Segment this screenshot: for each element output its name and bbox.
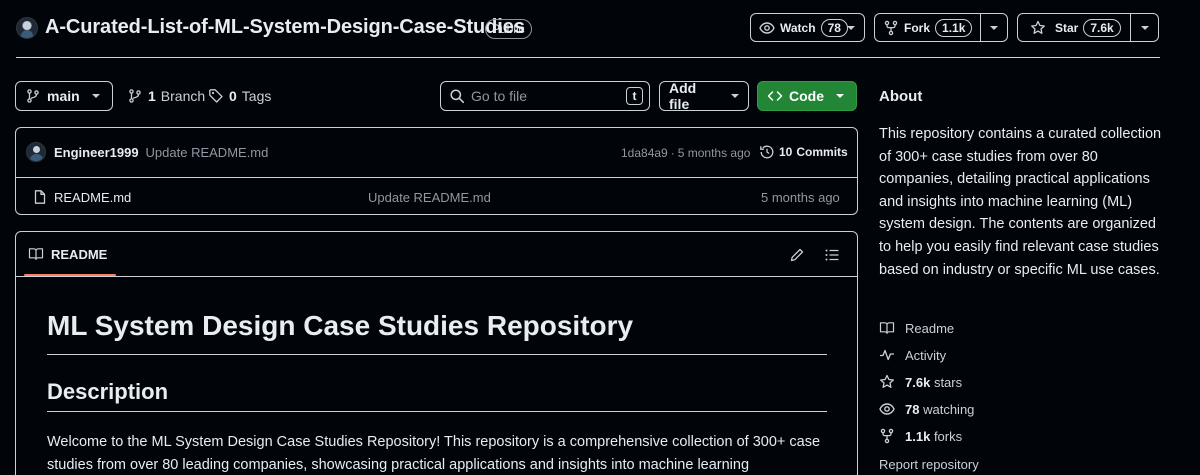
- star-caret[interactable]: [1130, 14, 1158, 41]
- commit-separator: ·: [670, 146, 675, 160]
- book-icon: [28, 246, 44, 262]
- file-commit-message[interactable]: Update README.md: [368, 190, 491, 205]
- commits-label: Commits: [796, 145, 848, 159]
- heading-rule: [47, 354, 827, 355]
- tags-count: 0: [229, 88, 237, 104]
- readme-tab-label: README: [51, 246, 108, 262]
- branch-selector[interactable]: main: [15, 81, 113, 111]
- history-icon: [759, 144, 775, 160]
- chevron-down-icon: [731, 94, 739, 98]
- commits-link[interactable]: 10 Commits: [759, 144, 848, 160]
- chevron-down-icon: [836, 94, 844, 98]
- forks-link[interactable]: 1.1k forks: [879, 428, 962, 444]
- watch-label: Watch: [780, 20, 816, 35]
- repo-header: A-Curated-List-of-ML-System-Design-Case-…: [0, 0, 1200, 58]
- file-row[interactable]: README.md Update README.md 5 months ago: [16, 178, 857, 216]
- branches-link[interactable]: 1 Branch: [127, 88, 205, 104]
- git-branch-icon: [127, 88, 143, 104]
- about-description: This repository contains a curated colle…: [879, 126, 1162, 278]
- go-to-file-search[interactable]: Go to file t: [440, 81, 650, 111]
- report-repository-link[interactable]: Report repository: [879, 457, 979, 472]
- repo-forked-icon: [879, 428, 895, 444]
- watch-button[interactable]: Watch 78: [750, 13, 865, 42]
- readme-link-label: Readme: [905, 320, 955, 336]
- repo-name[interactable]: A-Curated-List-of-ML-System-Design-Case-…: [45, 16, 525, 39]
- add-file-label: Add file: [669, 80, 697, 112]
- activity-link[interactable]: Activity: [879, 347, 946, 363]
- subheading-rule: [47, 411, 827, 412]
- watching-label: watching: [923, 401, 975, 417]
- readme-heading: ML System Design Case Studies Repository: [47, 310, 634, 341]
- file-browser: Engineer1999 Update README.md 1da84a9 · …: [15, 127, 858, 215]
- commit-sha[interactable]: 1da84a9: [621, 146, 668, 160]
- star-icon: [1030, 20, 1046, 36]
- commit-author-avatar[interactable]: [26, 142, 46, 162]
- forks-count: 1.1k: [905, 428, 931, 444]
- git-branch-icon: [25, 88, 41, 104]
- tags-link[interactable]: 0 Tags: [208, 88, 271, 104]
- eye-icon: [879, 401, 895, 417]
- readme-panel: README ML System Design Case Studies Rep…: [15, 231, 858, 475]
- forks-label: forks: [933, 428, 963, 444]
- readme-tab[interactable]: README: [28, 246, 107, 262]
- fork-button[interactable]: Fork 1.1k: [874, 13, 1008, 42]
- code-icon: [767, 88, 783, 104]
- readme-paragraph: Welcome to the ML System Design Case Stu…: [47, 434, 821, 473]
- branch-name: main: [47, 88, 80, 104]
- stars-label: stars: [933, 374, 963, 390]
- commit-summary: Engineer1999 Update README.md: [54, 145, 268, 160]
- star-label: Star: [1055, 20, 1079, 35]
- search-icon: [449, 88, 465, 104]
- chevron-down-icon: [91, 94, 100, 98]
- code-label: Code: [789, 88, 824, 104]
- star-icon: [879, 374, 895, 390]
- readme-subheading: Description: [47, 379, 169, 404]
- commits-count: 10: [779, 145, 793, 159]
- readme-header: README: [16, 232, 857, 277]
- header-divider: [16, 57, 1160, 58]
- commit-message[interactable]: Update README.md: [146, 145, 269, 160]
- eye-icon: [759, 20, 775, 36]
- search-placeholder: Go to file: [471, 88, 528, 104]
- about-title: About: [879, 88, 923, 105]
- book-icon: [879, 320, 895, 336]
- commit-meta: 1da84a9 · 5 months ago: [621, 146, 750, 160]
- pencil-icon[interactable]: [789, 247, 805, 263]
- watching-link[interactable]: 78 watching: [879, 401, 974, 417]
- add-file-button[interactable]: Add file: [659, 80, 749, 112]
- stars-link[interactable]: 7.6k stars: [879, 374, 962, 390]
- stars-count: 7.6k: [905, 374, 931, 390]
- branches-count: 1: [148, 88, 156, 104]
- commit-time: 5 months ago: [677, 146, 751, 160]
- file-icon: [32, 189, 48, 205]
- fork-label: Fork: [904, 20, 931, 35]
- visibility-badge: Public: [485, 19, 532, 39]
- fork-count: 1.1k: [935, 18, 973, 37]
- star-count: 7.6k: [1083, 18, 1121, 37]
- search-shortcut-key: t: [626, 87, 643, 105]
- owner-avatar[interactable]: [16, 17, 38, 39]
- pulse-icon: [879, 347, 895, 363]
- activity-link-label: Activity: [905, 347, 947, 363]
- branches-label: Branch: [160, 88, 206, 104]
- readme-tab-underline: [24, 274, 116, 276]
- readme-link[interactable]: Readme: [879, 320, 954, 336]
- list-unordered-icon[interactable]: [824, 247, 840, 263]
- watching-count: 78: [905, 401, 920, 417]
- file-commit-time: 5 months ago: [761, 190, 840, 205]
- code-button[interactable]: Code: [757, 81, 857, 111]
- commit-author[interactable]: Engineer1999: [54, 145, 139, 160]
- tags-label: Tags: [241, 88, 272, 104]
- watch-caret[interactable]: [838, 25, 864, 30]
- repo-forked-icon: [883, 20, 899, 36]
- fork-caret[interactable]: [980, 14, 1007, 41]
- star-button[interactable]: Star 7.6k: [1017, 13, 1159, 42]
- tag-icon: [208, 88, 224, 104]
- file-name[interactable]: README.md: [54, 190, 131, 205]
- latest-commit-row: Engineer1999 Update README.md 1da84a9 · …: [16, 128, 857, 178]
